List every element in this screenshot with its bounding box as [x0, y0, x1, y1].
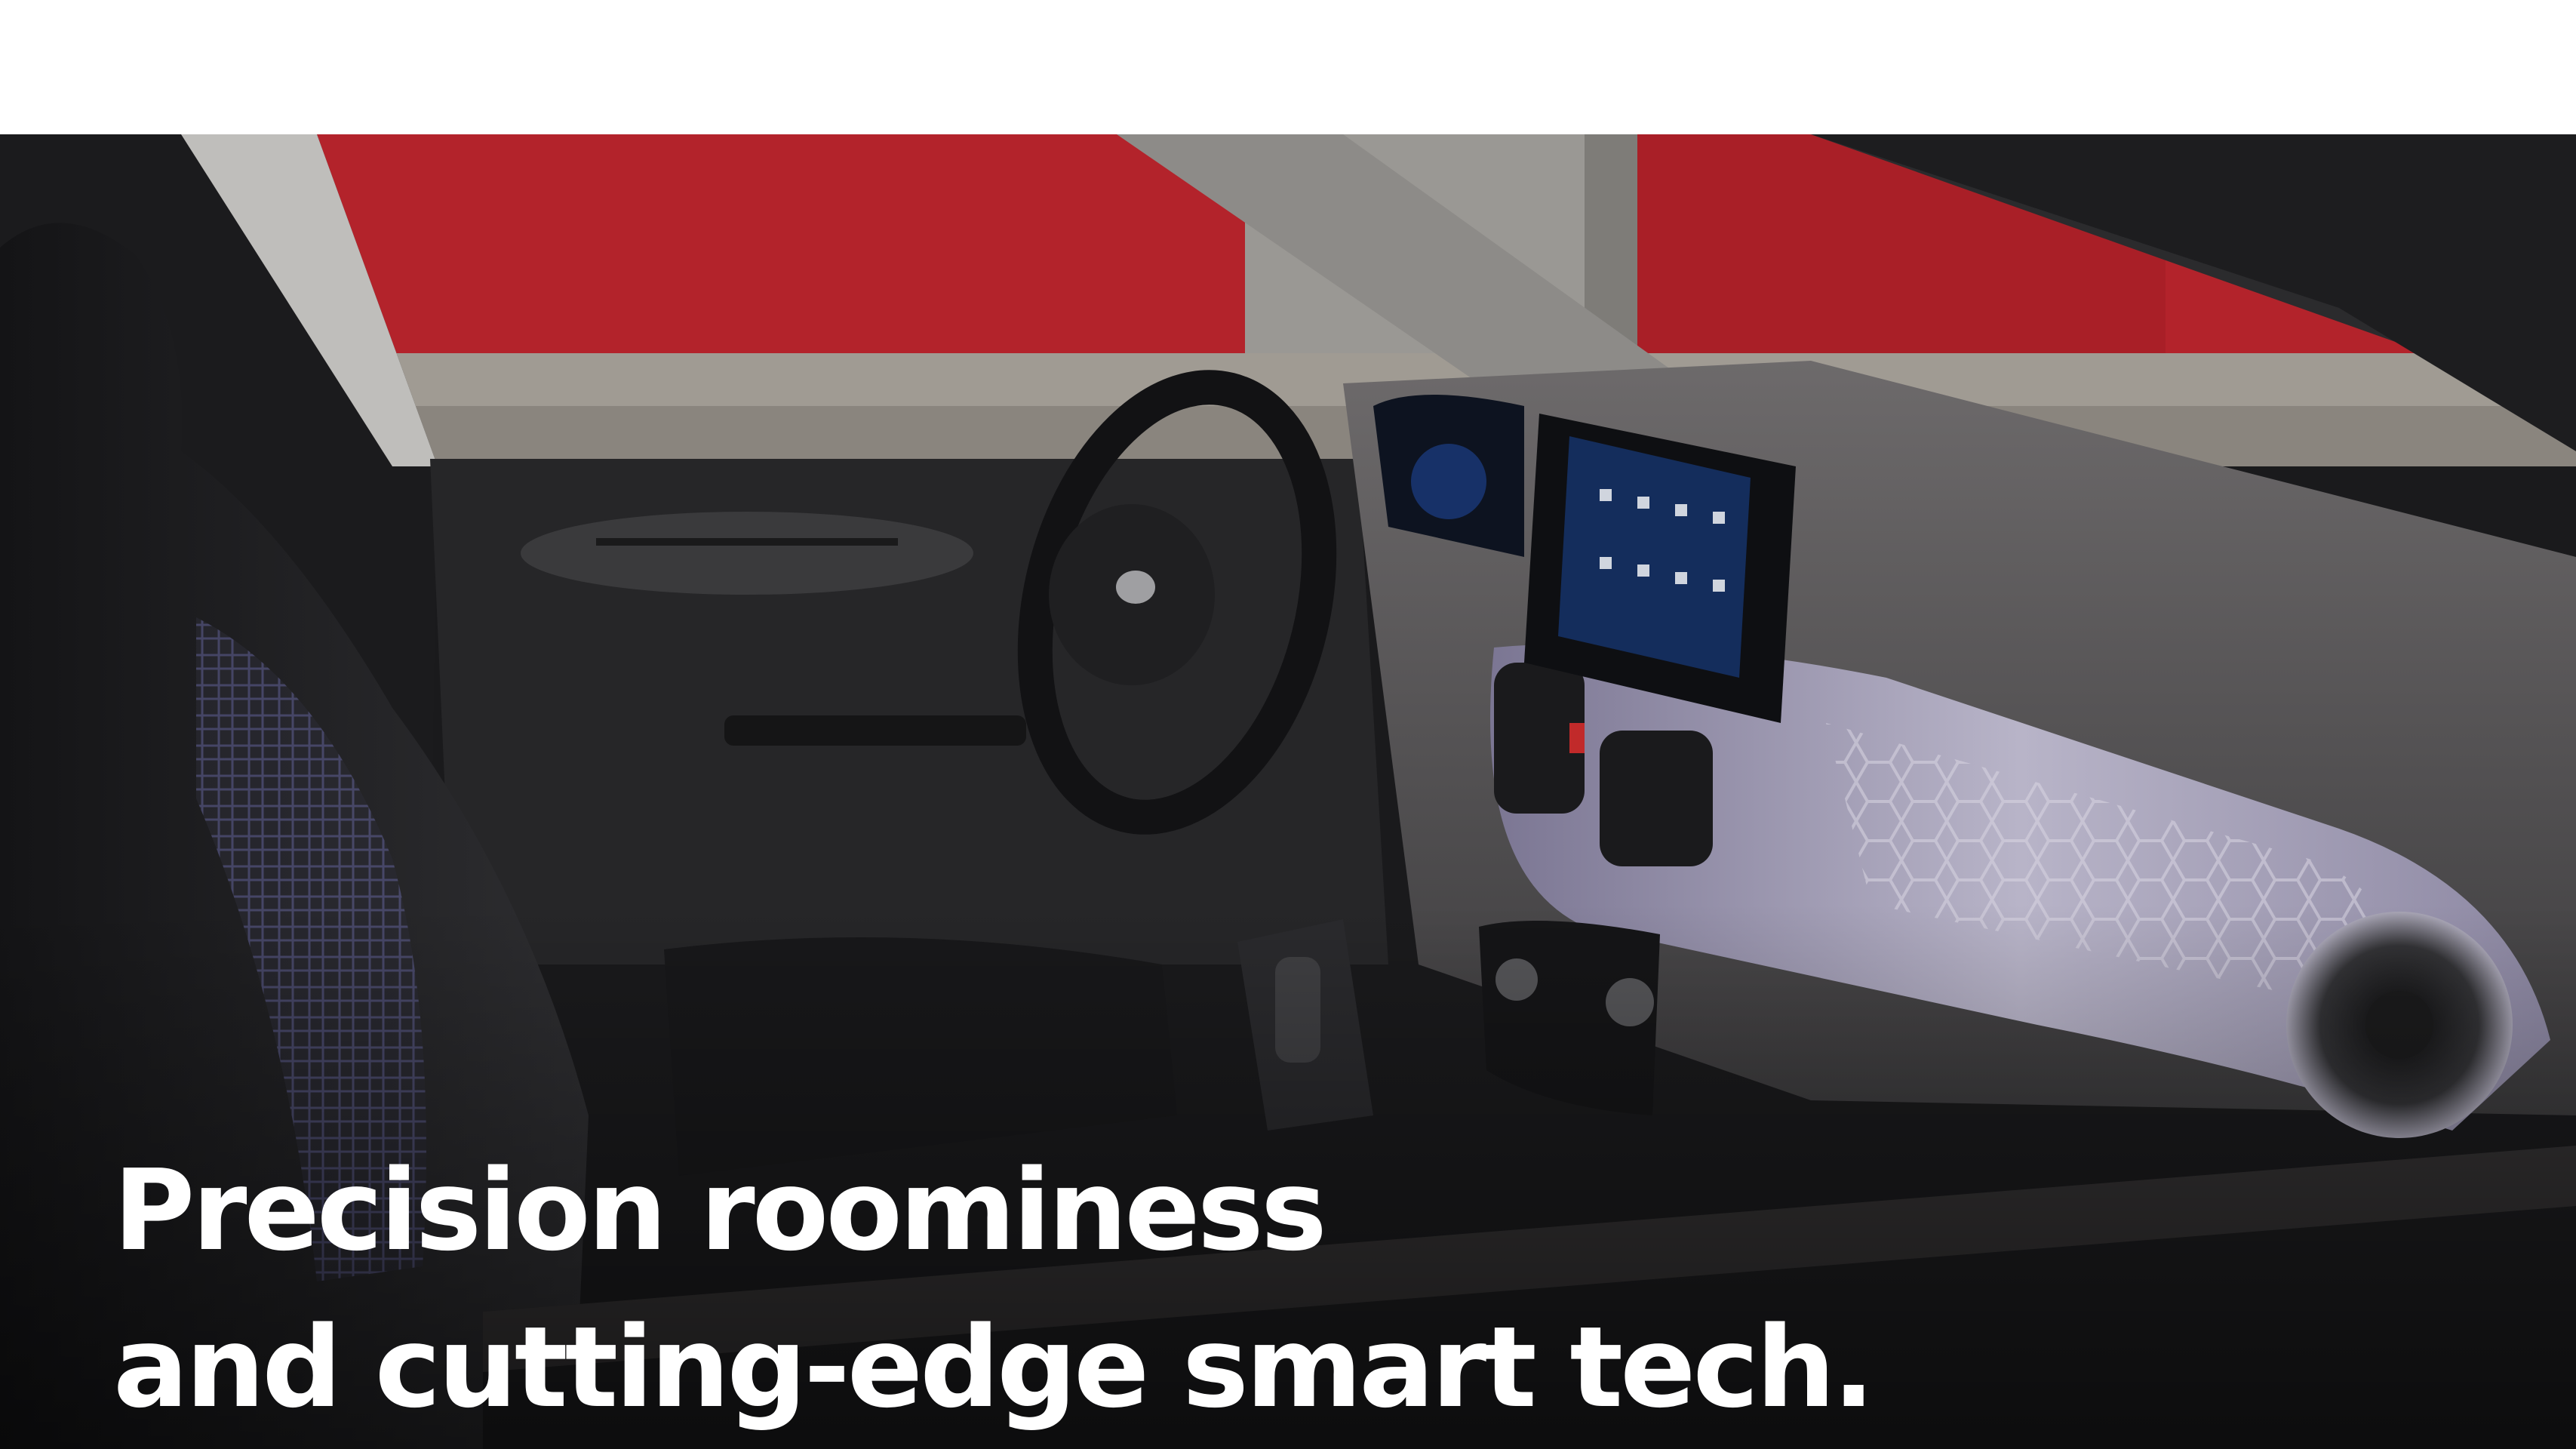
hero-headline-line-2: and cutting-edge smart tech. — [113, 1303, 1875, 1432]
page: Precision roominess and cutting-edge sma… — [0, 0, 2576, 1449]
hero-headline-line-1: Precision roominess — [113, 1146, 1327, 1275]
hero-headline: Precision roominess and cutting-edge sma… — [113, 1132, 1875, 1446]
hero-banner: Precision roominess and cutting-edge sma… — [0, 134, 2576, 1449]
